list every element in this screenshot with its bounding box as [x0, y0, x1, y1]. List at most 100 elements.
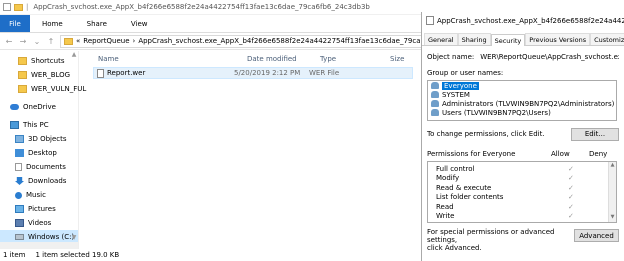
permission-row-read-execute: Read & execute ✓ — [428, 183, 616, 193]
nav-item-music[interactable]: Music — [0, 188, 78, 202]
up-arrow-icon[interactable]: ↑ — [46, 37, 56, 46]
navigation-bar: ← → ⌄ ↑ « ReportQueue › AppCrash_svchost… — [0, 33, 470, 50]
permission-row-write: Write ✓ — [428, 212, 616, 222]
folder-icon — [18, 71, 27, 79]
nav-item-pictures[interactable]: Pictures — [0, 202, 78, 216]
ribbon-tab-share[interactable]: Share — [75, 15, 119, 32]
nav-item-desktop[interactable]: Desktop — [0, 146, 78, 160]
ribbon-tab-view[interactable]: View — [119, 15, 160, 32]
scroll-up-icon[interactable]: ▲ — [609, 162, 616, 170]
nav-item-documents[interactable]: Documents — [0, 160, 78, 174]
folder-icon — [18, 57, 27, 65]
advanced-button[interactable]: Advanced — [574, 229, 619, 242]
back-arrow-icon[interactable]: ← — [4, 37, 14, 46]
music-icon — [15, 191, 22, 199]
tab-sharing[interactable]: Sharing — [457, 33, 491, 45]
documents-icon — [15, 163, 22, 171]
nav-item-onedrive[interactable]: OneDrive — [0, 100, 78, 114]
recent-dropdown-icon[interactable]: ⌄ — [32, 37, 42, 46]
status-item-count: 1 item — [3, 251, 26, 259]
group-item-users[interactable]: Users (TLVWIN9BN7PQ2\Users) — [428, 108, 616, 117]
ribbon-tab-home[interactable]: Home — [30, 15, 75, 32]
group-name: SYSTEM — [442, 90, 470, 99]
groups-listbox[interactable]: Everyone SYSTEM Administrators (TLVWIN9B… — [427, 80, 617, 121]
scroll-down-icon[interactable]: ▼ — [70, 234, 78, 242]
column-header-date-modified[interactable]: Date modified — [228, 55, 301, 63]
dialog-titlebar: AppCrash_svchost.exe_AppX_b4f266e6588f2e… — [422, 12, 624, 29]
permission-row-list-folder-contents: List folder contents ✓ — [428, 193, 616, 203]
desktop-icon — [15, 149, 24, 157]
breadcrumb-overflow[interactable]: « — [76, 37, 80, 45]
file-explorer-window: | AppCrash_svchost.exe_AppX_b4f266e6588f… — [0, 0, 470, 261]
tab-customize[interactable]: Customize — [590, 33, 624, 45]
users-icon — [431, 100, 439, 107]
file-icon — [97, 68, 104, 78]
nav-item-label: This PC — [23, 121, 49, 129]
computer-icon — [10, 121, 19, 129]
edit-button[interactable]: Edit... — [571, 127, 619, 141]
nav-item-wer-vuln-ful[interactable]: WER_VULN_FUL — [0, 82, 86, 96]
tab-security[interactable]: Security — [490, 34, 526, 46]
group-item-everyone[interactable]: Everyone — [428, 81, 616, 90]
horizontal-scrollbar[interactable] — [0, 242, 78, 249]
nav-item-wer-blog[interactable]: WER_BLOG — [0, 68, 78, 82]
nav-item-3d-objects[interactable]: 3D Objects — [0, 132, 78, 146]
nav-item-label: Videos — [28, 219, 52, 227]
status-selection: 1 item selected 19.0 KB — [35, 251, 120, 259]
group-item-system[interactable]: SYSTEM — [428, 90, 616, 99]
column-header-name[interactable]: Name — [79, 55, 228, 63]
ribbon-tab-file[interactable]: File — [0, 15, 30, 32]
nav-item-label: WER_BLOG — [31, 71, 71, 79]
object-name-line: Object name: WER\ReportQueue\AppCrash_sv… — [427, 52, 619, 62]
object-name-label: Object name: — [427, 53, 475, 61]
deny-column-label: Deny — [589, 150, 608, 158]
change-permissions-line: To change permissions, click Edit. Edit.… — [427, 127, 619, 141]
file-row[interactable]: Report.wer 5/20/2019 2:12 PM WER File — [93, 67, 413, 79]
security-tab-body: Object name: WER\ReportQueue\AppCrash_sv… — [422, 46, 624, 252]
nav-item-videos[interactable]: Videos — [0, 216, 78, 230]
nav-item-label: Music — [26, 191, 46, 199]
permissions-for-label: Permissions for Everyone — [427, 150, 516, 158]
group-name: Users (TLVWIN9BN7PQ2\Users) — [442, 108, 551, 117]
groups-label: Group or user names: — [427, 69, 504, 77]
column-header-type[interactable]: Type — [301, 55, 371, 63]
folder-icon — [18, 85, 27, 93]
users-icon — [431, 109, 439, 116]
drive-icon — [15, 234, 24, 240]
nav-item-label: Documents — [26, 163, 66, 171]
users-icon — [431, 91, 439, 98]
advanced-help-text: For special permissions or advanced sett… — [427, 228, 557, 252]
tab-previous-versions[interactable]: Previous Versions — [525, 33, 591, 45]
dialog-title: AppCrash_svchost.exe_AppX_b4f266e6588f2e… — [437, 16, 624, 25]
group-item-administrators[interactable]: Administrators (TLVWIN9BN7PQ2\Administra… — [428, 99, 616, 108]
nav-item-downloads[interactable]: Downloads — [0, 174, 78, 188]
tab-general[interactable]: General — [424, 33, 458, 45]
permission-row-read: Read ✓ — [428, 202, 616, 212]
window-title: AppCrash_svchost.exe_AppX_b4f266e6588f2e… — [33, 3, 370, 11]
scroll-up-icon[interactable]: ▲ — [70, 51, 78, 59]
advanced-line: For special permissions or advanced sett… — [427, 228, 619, 252]
nav-item-label: Downloads — [28, 177, 67, 185]
permissions-list: Full control ✓ Modify ✓ Read & execute ✓ Li… — [427, 161, 617, 223]
permission-name: Read — [436, 202, 454, 211]
dialog-tabs: General Sharing Security Previous Versio… — [422, 33, 624, 46]
forward-arrow-icon[interactable]: → — [18, 37, 28, 46]
cube-icon — [15, 135, 24, 143]
nav-item-shortcuts[interactable]: Shortcuts — [0, 54, 78, 68]
properties-dialog: AppCrash_svchost.exe_AppX_b4f266e6588f2e… — [421, 12, 624, 261]
advanced-help-line-2: click Advanced. — [427, 244, 482, 252]
downloads-icon — [15, 177, 24, 185]
explorer-content: ▲ Shortcuts WER_BLOG WER_VULN_FUL OneDri… — [0, 51, 470, 249]
scroll-down-icon[interactable]: ▼ — [609, 214, 616, 222]
file-name-cell: Report.wer — [94, 68, 230, 78]
group-name: Everyone — [442, 81, 479, 90]
breadcrumb-reportqueue[interactable]: ReportQueue — [83, 37, 129, 45]
breadcrumb-separator: › — [132, 37, 136, 45]
change-permissions-text: To change permissions, click Edit. — [427, 130, 545, 138]
address-bar[interactable]: « ReportQueue › AppCrash_svchost.exe_App… — [60, 34, 470, 48]
permission-row-modify: Modify ✓ — [428, 174, 616, 184]
permissions-scrollbar[interactable]: ▲ ▼ — [608, 162, 616, 222]
nav-item-this-pc[interactable]: This PC — [0, 118, 78, 132]
explorer-titlebar: | AppCrash_svchost.exe_AppX_b4f266e6588f… — [0, 0, 470, 15]
permission-name: Write — [436, 212, 455, 221]
